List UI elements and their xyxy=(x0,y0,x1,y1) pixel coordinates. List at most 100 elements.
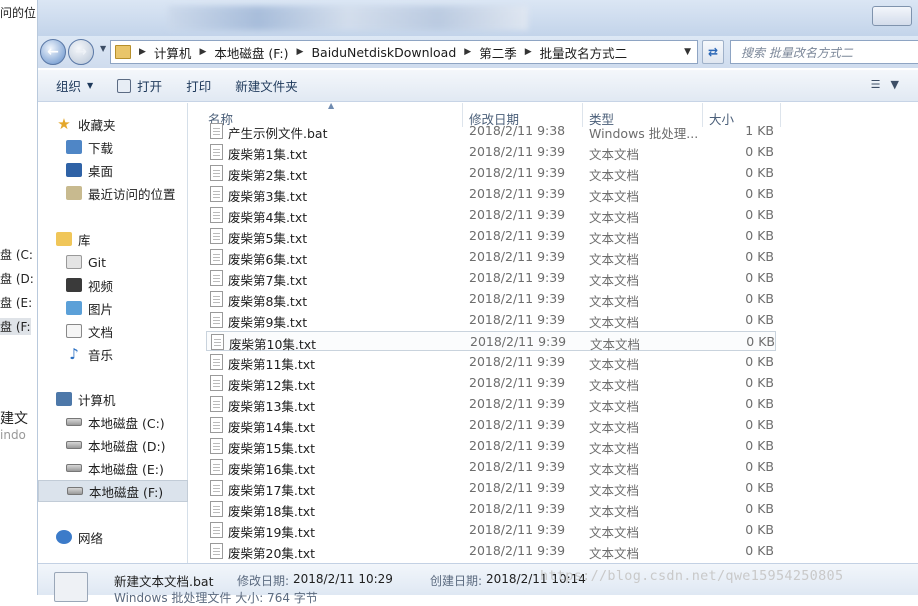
nav-music[interactable]: ♪ 音乐 xyxy=(66,343,113,365)
nav-favorites[interactable]: ★ 收藏夹 xyxy=(56,113,115,135)
file-name: 废柴第18集.txt xyxy=(228,504,316,519)
command-bar: 组织 ▼ 打开 打印 新建文件夹 ☰ ▼ xyxy=(38,70,918,102)
nav-downloads[interactable]: 下载 xyxy=(66,136,113,158)
address-bar[interactable]: ▶ 计算机 ▶ 本地磁盘 (F:) ▶ BaiduNetdiskDownload… xyxy=(110,40,698,64)
nav-git[interactable]: Git xyxy=(66,251,106,273)
file-size: 0 KB xyxy=(745,543,774,558)
file-row[interactable]: 废柴第1集.txt 2018/2/11 9:39 文本文档 0 KB xyxy=(206,142,776,162)
text-file-icon xyxy=(210,228,223,244)
file-row[interactable]: 废柴第4集.txt 2018/2/11 9:39 文本文档 0 KB xyxy=(206,205,776,225)
back-button[interactable]: ← xyxy=(40,39,66,65)
breadcrumb-drive-f[interactable]: 本地磁盘 (F:) xyxy=(214,43,288,62)
file-size: 0 KB xyxy=(745,501,774,516)
file-row[interactable]: 废柴第11集.txt 2018/2/11 9:39 文本文档 0 KB xyxy=(206,352,776,372)
file-date: 2018/2/11 9:39 xyxy=(469,312,566,327)
file-type: 文本文档 xyxy=(589,420,640,435)
chevron-right-icon[interactable]: ▶ xyxy=(199,47,206,57)
organize-button[interactable]: 组织 ▼ xyxy=(44,74,105,98)
nav-drive-c[interactable]: 本地磁盘 (C:) xyxy=(66,411,165,433)
breadcrumb-season2[interactable]: 第二季 xyxy=(479,43,517,62)
address-dropdown-icon[interactable]: ▼ xyxy=(684,47,691,57)
view-options-icon[interactable]: ☰ ▼ xyxy=(871,78,900,91)
chevron-right-icon[interactable]: ▶ xyxy=(139,47,146,57)
file-name: 废柴第9集.txt xyxy=(228,315,308,330)
chevron-right-icon[interactable]: ▶ xyxy=(464,47,471,57)
column-divider[interactable] xyxy=(780,103,781,127)
search-input[interactable]: 搜索 批量改名方式二 xyxy=(730,40,918,64)
text-file-icon xyxy=(211,334,224,350)
file-row[interactable]: 废柴第5集.txt 2018/2/11 9:39 文本文档 0 KB xyxy=(206,226,776,246)
hard-drive-icon xyxy=(66,418,82,426)
nav-recent-label: 最近访问的位置 xyxy=(88,186,176,202)
file-name: 废柴第2集.txt xyxy=(228,168,308,183)
organize-label: 组织 xyxy=(56,79,82,94)
download-folder-icon xyxy=(66,140,82,154)
nav-desktop[interactable]: 桌面 xyxy=(66,159,113,181)
nav-downloads-label: 下载 xyxy=(88,140,114,156)
file-row[interactable]: 废柴第14集.txt 2018/2/11 9:39 文本文档 0 KB xyxy=(206,415,776,435)
background-item: 盘 (F: xyxy=(0,318,31,335)
file-name: 废柴第4集.txt xyxy=(228,210,308,225)
minimize-button[interactable] xyxy=(872,6,912,26)
breadcrumb-current[interactable]: 批量改名方式二 xyxy=(540,43,628,62)
nav-drive-d[interactable]: 本地磁盘 (D:) xyxy=(66,434,166,456)
nav-libraries[interactable]: 库 xyxy=(56,228,91,250)
file-row[interactable]: 废柴第9集.txt 2018/2/11 9:39 文本文档 0 KB xyxy=(206,310,776,330)
forward-button[interactable]: → xyxy=(68,39,94,65)
file-name: 废柴第12集.txt xyxy=(228,378,316,393)
history-dropdown-icon[interactable]: ▼ xyxy=(100,44,106,53)
file-row[interactable]: 废柴第6集.txt 2018/2/11 9:39 文本文档 0 KB xyxy=(206,247,776,267)
file-type: 文本文档 xyxy=(589,315,640,330)
file-date: 2018/2/11 9:39 xyxy=(470,334,567,349)
file-type: 文本文档 xyxy=(589,462,640,477)
open-button[interactable]: 打开 xyxy=(105,74,174,98)
file-row[interactable]: 废柴第18集.txt 2018/2/11 9:39 文本文档 0 KB xyxy=(206,499,776,519)
bat-file-icon xyxy=(210,123,223,139)
file-row-partial[interactable]: 产生示例文件.bat 2018/2/11 9:38 Windows 批处理...… xyxy=(206,121,776,141)
nav-pictures[interactable]: 图片 xyxy=(66,297,113,319)
file-row[interactable]: 废柴第8集.txt 2018/2/11 9:39 文本文档 0 KB xyxy=(206,289,776,309)
chevron-right-icon[interactable]: ▶ xyxy=(525,47,532,57)
file-row[interactable]: 废柴第16集.txt 2018/2/11 9:39 文本文档 0 KB xyxy=(206,457,776,477)
file-row[interactable]: 废柴第19集.txt 2018/2/11 9:39 文本文档 0 KB xyxy=(206,520,776,540)
text-file-icon xyxy=(210,207,223,223)
file-type: 文本文档 xyxy=(589,546,640,561)
file-row[interactable]: 废柴第20集.txt 2018/2/11 9:39 文本文档 0 KB xyxy=(206,541,776,561)
text-file-icon xyxy=(210,375,223,391)
file-row[interactable]: 废柴第13集.txt 2018/2/11 9:39 文本文档 0 KB xyxy=(206,394,776,414)
file-name: 废柴第15集.txt xyxy=(228,441,316,456)
nav-recent[interactable]: 最近访问的位置 xyxy=(66,182,176,204)
nav-drive-e[interactable]: 本地磁盘 (E:) xyxy=(66,457,164,479)
file-row[interactable]: 废柴第10集.txt 2018/2/11 9:39 文本文档 0 KB xyxy=(206,331,776,352)
file-row[interactable]: 废柴第7集.txt 2018/2/11 9:39 文本文档 0 KB xyxy=(206,268,776,288)
details-modified-label: 修改日期: xyxy=(237,574,290,588)
file-date: 2018/2/11 9:39 xyxy=(469,396,566,411)
nav-drive-f[interactable]: 本地磁盘 (F:) xyxy=(38,480,188,502)
file-row[interactable]: 废柴第17集.txt 2018/2/11 9:39 文本文档 0 KB xyxy=(206,478,776,498)
nav-music-label: 音乐 xyxy=(88,347,114,363)
file-row[interactable]: 废柴第2集.txt 2018/2/11 9:39 文本文档 0 KB xyxy=(206,163,776,183)
refresh-button[interactable]: ⇄ xyxy=(702,40,724,64)
file-date: 2018/2/11 9:39 xyxy=(469,249,566,264)
file-row[interactable]: 废柴第15集.txt 2018/2/11 9:39 文本文档 0 KB xyxy=(206,436,776,456)
nav-desktop-label: 桌面 xyxy=(88,163,114,179)
new-folder-button[interactable]: 新建文件夹 xyxy=(223,74,310,98)
chevron-down-icon: ▼ xyxy=(87,81,94,90)
file-row[interactable]: 废柴第3集.txt 2018/2/11 9:39 文本文档 0 KB xyxy=(206,184,776,204)
file-size: 0 KB xyxy=(745,375,774,390)
file-row[interactable]: 废柴第12集.txt 2018/2/11 9:39 文本文档 0 KB xyxy=(206,373,776,393)
text-file-icon xyxy=(210,354,223,370)
breadcrumb-computer[interactable]: 计算机 xyxy=(154,43,192,62)
chevron-right-icon[interactable]: ▶ xyxy=(297,47,304,57)
batch-file-icon xyxy=(54,572,88,602)
print-button[interactable]: 打印 xyxy=(174,74,223,98)
nav-computer[interactable]: 计算机 xyxy=(56,388,116,410)
new-folder-label: 新建文件夹 xyxy=(235,79,298,94)
nav-network[interactable]: 网络 xyxy=(56,526,103,548)
breadcrumb-baidu[interactable]: BaiduNetdiskDownload xyxy=(311,45,456,60)
file-type: 文本文档 xyxy=(589,273,640,288)
file-name: 废柴第10集.txt xyxy=(229,337,317,352)
nav-documents[interactable]: 文档 xyxy=(66,320,113,342)
nav-videos[interactable]: 视频 xyxy=(66,274,113,296)
text-file-icon xyxy=(210,501,223,517)
